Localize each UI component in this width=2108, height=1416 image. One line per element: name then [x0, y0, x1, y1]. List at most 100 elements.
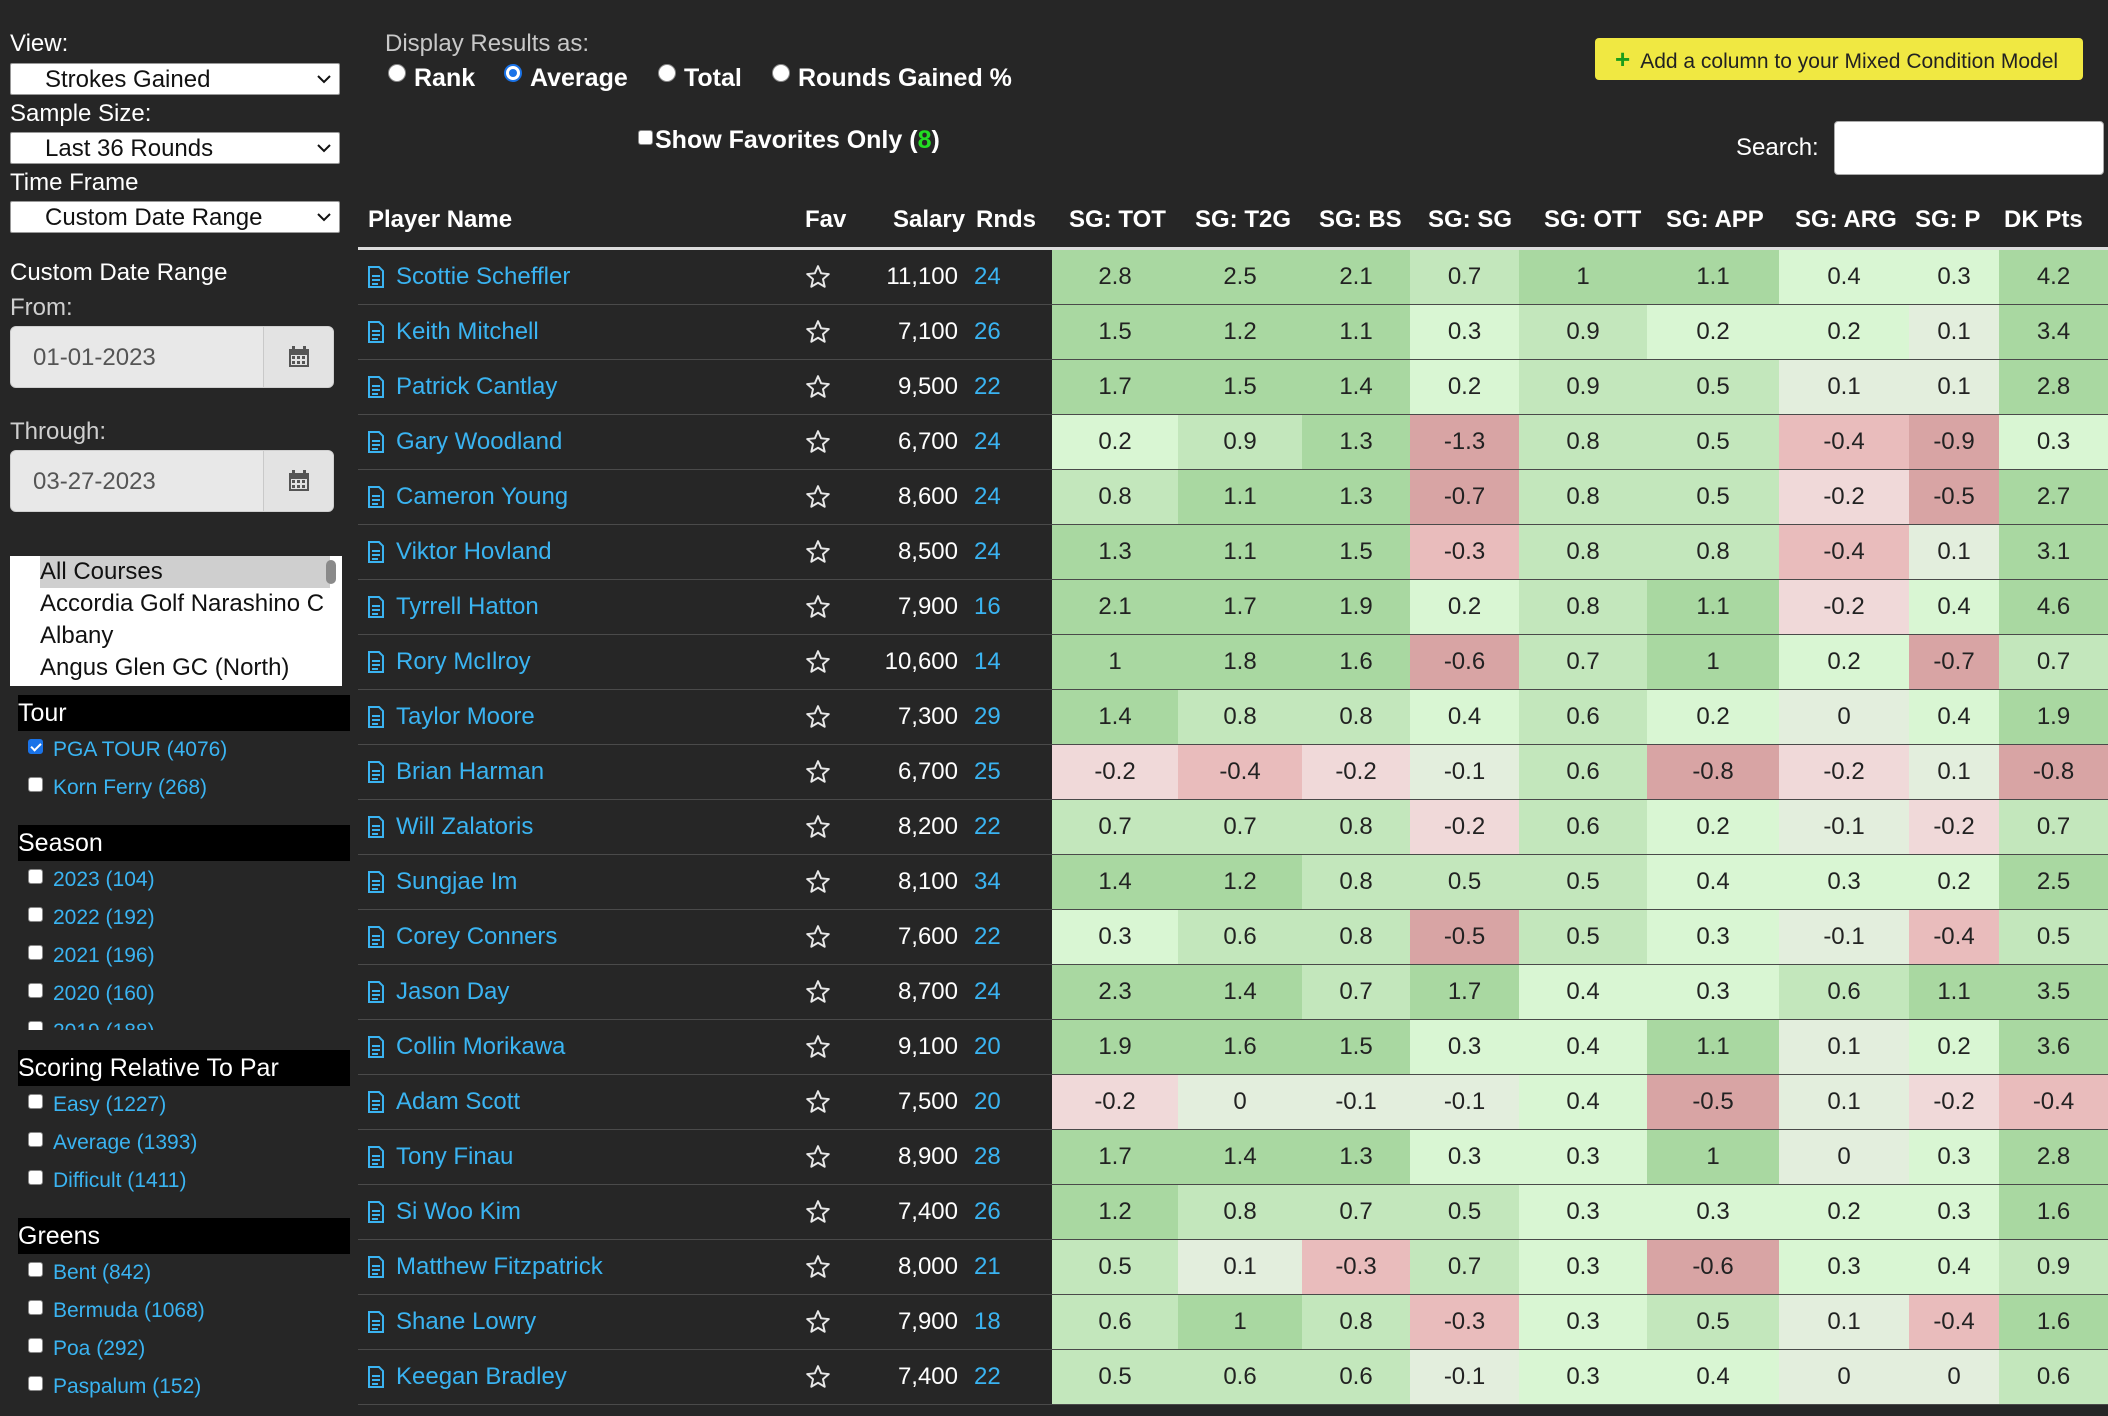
- table-row[interactable]: Collin Morikawa 9,100 20 1.9 1.6 1.5 0.3 0.4 1.1…: [358, 1020, 2108, 1075]
- radio-total[interactable]: Total: [658, 63, 742, 93]
- filter-checkbox-season[interactable]: 2021 (196): [28, 941, 155, 971]
- player-name[interactable]: Brian Harman: [396, 758, 544, 785]
- document-icon[interactable]: [368, 1036, 384, 1058]
- checkbox[interactable]: [28, 1261, 43, 1277]
- table-row[interactable]: Si Woo Kim 7,400 26 1.2 0.8 0.7 0.5 0.3 0.3 0.2 0.…: [358, 1185, 2108, 1240]
- column-header-sg-bs[interactable]: SG: BS: [1319, 206, 1402, 234]
- column-header-salary[interactable]: Salary: [893, 206, 965, 234]
- rounds-link[interactable]: 24: [974, 470, 1034, 524]
- rounds-link[interactable]: 22: [974, 360, 1034, 414]
- document-icon[interactable]: [368, 486, 384, 508]
- filter-checkbox-pga-tour[interactable]: PGA TOUR (4076): [28, 735, 227, 765]
- checkbox[interactable]: [28, 1169, 43, 1185]
- rounds-link[interactable]: 24: [974, 415, 1034, 469]
- document-icon[interactable]: [368, 1201, 384, 1223]
- player-name-link[interactable]: Jason Day: [368, 965, 788, 1019]
- column-header-dk-pts[interactable]: DK Pts: [2004, 206, 2083, 234]
- course-option[interactable]: Accordia Golf Narashino C: [10, 588, 342, 620]
- document-icon[interactable]: [368, 981, 384, 1003]
- radio-button[interactable]: [772, 63, 790, 82]
- checkbox[interactable]: [28, 906, 43, 922]
- course-option[interactable]: Albany: [10, 620, 342, 652]
- filter-checkbox-season[interactable]: 2019 (188): [28, 1017, 155, 1030]
- column-header-player-name[interactable]: Player Name: [368, 206, 512, 234]
- column-header-fav[interactable]: Fav: [805, 206, 846, 234]
- document-icon[interactable]: [368, 761, 384, 783]
- show-favorites-toggle[interactable]: Show Favorites Only (8): [638, 126, 940, 155]
- search-input[interactable]: [1834, 121, 2104, 175]
- course-list[interactable]: All Courses Accordia Golf Narashino C Al…: [10, 556, 342, 686]
- table-row[interactable]: Tony Finau 8,900 28 1.7 1.4 1.3 0.3 0.3 1 0 0.3 2.8: [358, 1130, 2108, 1185]
- rounds-link[interactable]: 26: [974, 305, 1034, 359]
- filter-checkbox-season[interactable]: 2023 (104): [28, 865, 155, 895]
- filter-checkbox-bermuda[interactable]: Bermuda (1068): [28, 1296, 205, 1326]
- player-name-link[interactable]: Will Zalatoris: [368, 800, 788, 854]
- filter-checkbox-season[interactable]: 2020 (160): [28, 979, 155, 1009]
- document-icon[interactable]: [368, 1311, 384, 1333]
- checkbox[interactable]: [28, 738, 43, 754]
- rounds-link[interactable]: 21: [974, 1240, 1034, 1294]
- player-name[interactable]: Rory McIlroy: [396, 648, 531, 675]
- player-name[interactable]: Scottie Scheffler: [396, 263, 570, 290]
- from-date-field[interactable]: 01-01-2023: [10, 326, 334, 388]
- through-calendar-button[interactable]: [263, 451, 333, 511]
- player-name[interactable]: Collin Morikawa: [396, 1033, 565, 1060]
- player-name-link[interactable]: Patrick Cantlay: [368, 360, 788, 414]
- player-name-link[interactable]: Rory McIlroy: [368, 635, 788, 689]
- player-name[interactable]: Keith Mitchell: [396, 318, 539, 345]
- player-name-link[interactable]: Collin Morikawa: [368, 1020, 788, 1074]
- document-icon[interactable]: [368, 651, 384, 673]
- checkbox[interactable]: [28, 944, 43, 960]
- table-row[interactable]: Will Zalatoris 8,200 22 0.7 0.7 0.8 -0.2 0.6 0.2…: [358, 800, 2108, 855]
- radio-rounds-gained[interactable]: Rounds Gained %: [772, 63, 1012, 93]
- through-date-field[interactable]: 03-27-2023: [10, 450, 334, 512]
- table-row[interactable]: Viktor Hovland 8,500 24 1.3 1.1 1.5 -0.3 0.8 0.8…: [358, 525, 2108, 580]
- document-icon[interactable]: [368, 596, 384, 618]
- table-row[interactable]: Brian Harman 6,700 25 -0.2 -0.4 -0.2 -0.1 0.6 -0…: [358, 745, 2108, 800]
- player-name[interactable]: Matthew Fitzpatrick: [396, 1253, 603, 1280]
- player-name[interactable]: Shane Lowry: [396, 1308, 536, 1335]
- player-name[interactable]: Patrick Cantlay: [396, 373, 557, 400]
- document-icon[interactable]: [368, 321, 384, 343]
- table-row[interactable]: Keith Mitchell 7,100 26 1.5 1.2 1.1 0.3 0.9 0.2 0…: [358, 305, 2108, 360]
- checkbox[interactable]: [28, 982, 43, 998]
- view-select[interactable]: Strokes Gained: [10, 63, 340, 95]
- document-icon[interactable]: [368, 266, 384, 288]
- player-name[interactable]: Taylor Moore: [396, 703, 535, 730]
- player-name[interactable]: Adam Scott: [396, 1088, 520, 1115]
- column-header-sg-tot[interactable]: SG: TOT: [1069, 206, 1166, 234]
- player-name-link[interactable]: Viktor Hovland: [368, 525, 788, 579]
- document-icon[interactable]: [368, 706, 384, 728]
- player-name[interactable]: Tyrrell Hatton: [396, 593, 539, 620]
- course-option[interactable]: All Courses: [40, 556, 330, 588]
- radio-rank[interactable]: Rank: [388, 63, 475, 93]
- checkbox[interactable]: [28, 1020, 43, 1030]
- document-icon[interactable]: [368, 376, 384, 398]
- rounds-link[interactable]: 22: [974, 1350, 1034, 1404]
- radio-average[interactable]: Average: [504, 63, 628, 93]
- column-header-sg-p[interactable]: SG: P: [1915, 206, 1980, 234]
- filter-checkbox-difficult[interactable]: Difficult (1411): [28, 1166, 186, 1196]
- player-name-link[interactable]: Corey Conners: [368, 910, 788, 964]
- rounds-link[interactable]: 24: [974, 965, 1034, 1019]
- table-row[interactable]: Taylor Moore 7,300 29 1.4 0.8 0.8 0.4 0.6 0.2 0 0.…: [358, 690, 2108, 745]
- filter-checkbox-season[interactable]: 2022 (192): [28, 903, 155, 933]
- rounds-link[interactable]: 18: [974, 1295, 1034, 1349]
- document-icon[interactable]: [368, 871, 384, 893]
- player-name-link[interactable]: Tyrrell Hatton: [368, 580, 788, 634]
- table-row[interactable]: Keegan Bradley 7,400 22 0.5 0.6 0.6 -0.1 0.3 0.4…: [358, 1350, 2108, 1405]
- rounds-link[interactable]: 20: [974, 1075, 1034, 1129]
- season-list[interactable]: 2023 (104) 2022 (192) 2021 (196) 2020 (1…: [0, 862, 350, 1030]
- player-name[interactable]: Si Woo Kim: [396, 1198, 521, 1225]
- column-header-rnds[interactable]: Rnds: [976, 206, 1036, 234]
- checkbox[interactable]: [28, 1131, 43, 1147]
- document-icon[interactable]: [368, 541, 384, 563]
- filter-checkbox-paspalum[interactable]: Paspalum (152): [28, 1372, 201, 1402]
- table-row[interactable]: Matthew Fitzpatrick 8,000 21 0.5 0.1 -0.3 0.7 0…: [358, 1240, 2108, 1295]
- checkbox[interactable]: [28, 1337, 43, 1353]
- player-name-link[interactable]: Gary Woodland: [368, 415, 788, 469]
- player-name-link[interactable]: Keith Mitchell: [368, 305, 788, 359]
- checkbox[interactable]: [28, 1375, 43, 1391]
- checkbox[interactable]: [28, 868, 43, 884]
- table-row[interactable]: Cameron Young 8,600 24 0.8 1.1 1.3 -0.7 0.8 0.5-…: [358, 470, 2108, 525]
